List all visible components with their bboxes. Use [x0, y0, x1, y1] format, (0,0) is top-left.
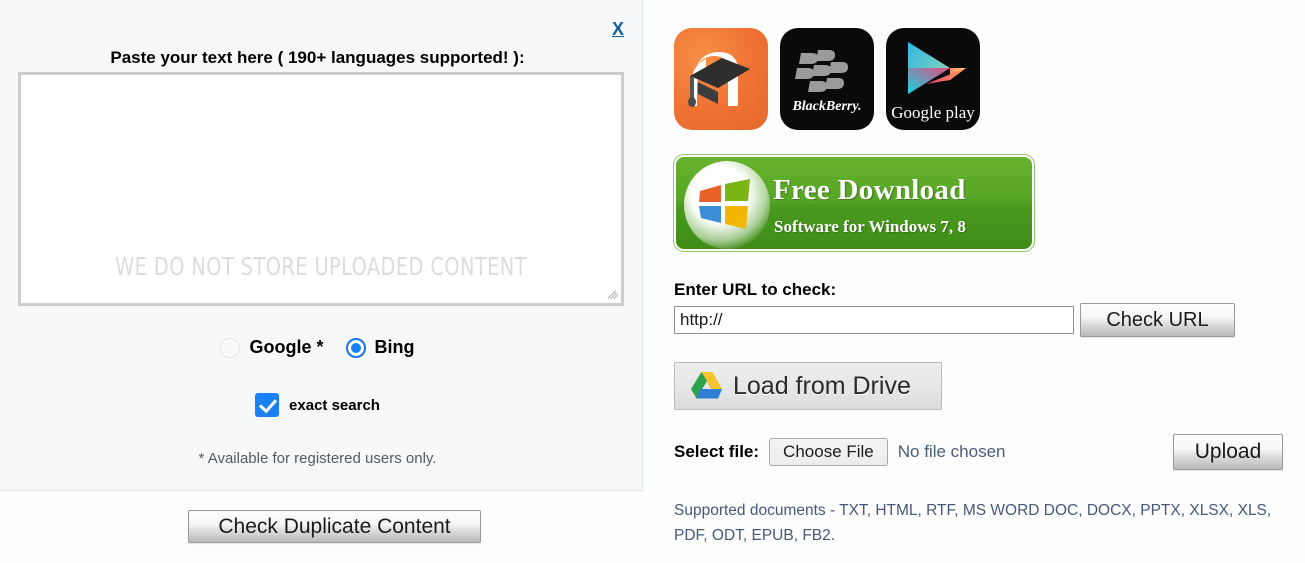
choose-file-button[interactable]: Choose File [769, 438, 888, 466]
svg-text:BlackBerry.: BlackBerry. [791, 99, 861, 114]
google-play-icon[interactable]: Google play [886, 28, 980, 130]
page-root: X Paste your text here ( 190+ languages … [0, 0, 1305, 563]
textarea-watermark: WE DO NOT STORE UPLOADED CONTENT [115, 252, 527, 281]
load-from-drive-button[interactable]: Load from Drive [674, 362, 942, 410]
free-download-button[interactable]: Free Download Software for Windows 7, 8 [673, 154, 1035, 252]
close-panel-link[interactable]: X [612, 19, 624, 40]
app-icons-row: BlackBerry. Google play [674, 28, 980, 130]
paste-text-area[interactable]: WE DO NOT STORE UPLOADED CONTENT [18, 72, 624, 306]
google-play-glyph: Google play [891, 42, 975, 122]
blackberry-glyph: BlackBerry. [791, 50, 862, 114]
radio-label-google: Google * [249, 337, 324, 357]
check-duplicate-content-button[interactable]: Check Duplicate Content [188, 510, 481, 543]
textarea-inner[interactable]: WE DO NOT STORE UPLOADED CONTENT [21, 75, 621, 303]
google-drive-icon [691, 372, 722, 399]
free-download-subtitle: Software for Windows 7, 8 [774, 217, 966, 236]
svg-text:Google play: Google play [891, 103, 975, 122]
radio-bing[interactable] [345, 337, 366, 358]
select-file-label: Select file: [674, 442, 760, 461]
supported-documents-text: Supported documents - TXT, HTML, RTF, MS… [674, 502, 1272, 544]
page-title: Paste your text here ( 190+ languages su… [110, 48, 525, 67]
moodle-glyph [688, 52, 750, 107]
tools-panel: BlackBerry. Google play Free Download So… [660, 0, 1305, 563]
load-from-drive-label: Load from Drive [733, 371, 911, 400]
exact-search-label: exact search [289, 396, 380, 414]
radio-label-bing: Bing [374, 337, 415, 357]
upload-button[interactable]: Upload [1173, 434, 1283, 470]
blackberry-icon[interactable]: BlackBerry. [780, 28, 874, 130]
free-download-title: Free Download [773, 174, 966, 206]
radio-google[interactable] [220, 337, 241, 358]
registered-users-note: * Available for registered users only. [198, 450, 437, 467]
url-field-label: Enter URL to check: [674, 280, 837, 299]
moodle-icon[interactable] [674, 28, 768, 130]
select-file-row: Select file: Choose File No file chosen [674, 438, 1006, 466]
textarea-resize-handle[interactable] [606, 288, 620, 302]
check-url-button[interactable]: Check URL [1080, 303, 1235, 337]
url-input[interactable] [674, 306, 1074, 334]
search-engine-options: Google * Bing [0, 337, 643, 358]
chosen-file-name: No file chosen [897, 442, 1006, 461]
windows-logo-icon [699, 179, 750, 229]
exact-search-checkbox[interactable] [255, 393, 280, 417]
text-input-panel: X Paste your text here ( 190+ languages … [0, 0, 643, 491]
exact-search-row: exact search [0, 393, 643, 417]
